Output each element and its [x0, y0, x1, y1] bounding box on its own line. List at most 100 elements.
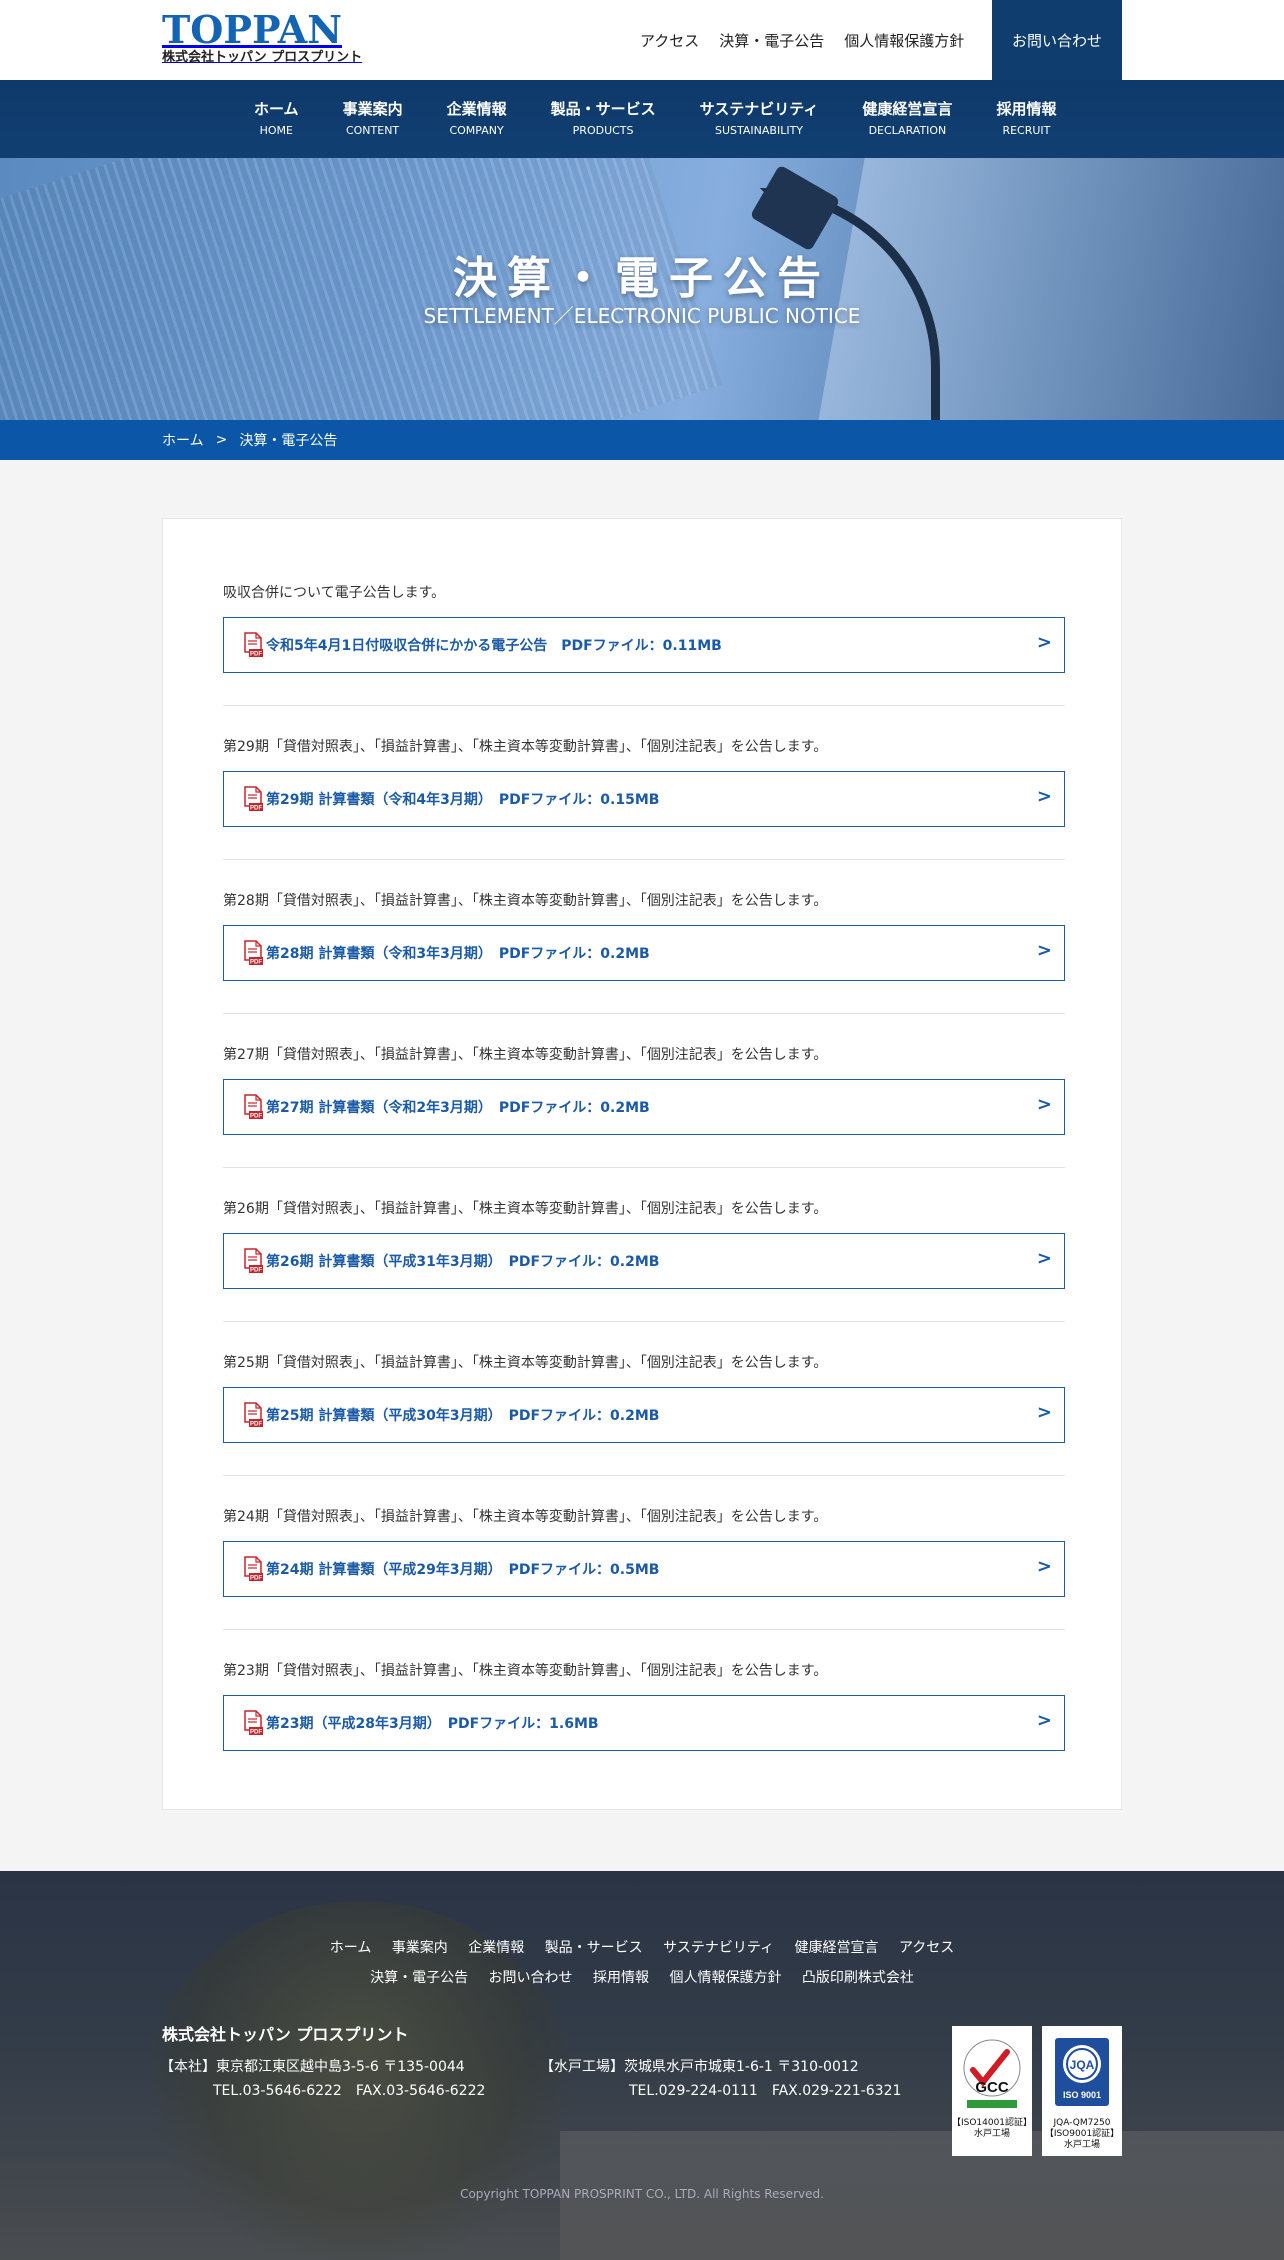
gcc-certification-icon: GCC — [963, 2039, 1021, 2108]
footer-link-company[interactable]: 企業情報 — [468, 1940, 524, 1956]
pdf-icon-label: PDF — [250, 1268, 262, 1274]
chevron-right-icon: > — [1036, 1248, 1052, 1269]
nav-item-products[interactable]: 製品・サービス PRODUCTS — [529, 80, 678, 158]
pdf-file-icon: PDF — [244, 1710, 263, 1736]
nav-item-sublabel: CONTENT — [345, 124, 400, 137]
footer-plant-line-1: 【水戸工場】茨城県水戸市城東1-6-1 〒310-0012 — [540, 2059, 859, 2075]
footer-link-privacy[interactable]: 個人情報保護方針 — [669, 1970, 781, 1986]
chevron-right-icon: > — [1036, 632, 1052, 653]
page-subtitle: SETTLEMENT／ELECTRONIC PUBLIC NOTICE — [423, 304, 861, 328]
footer-link-settlement[interactable]: 決算・電子公告 — [370, 1970, 468, 1986]
notice-description: 第24期「貸借対照表」、「損益計算書」、「株主資本等変動計算書」、「個別注記表」… — [223, 1509, 828, 1525]
global-nav: ホーム HOME 事業案内 CONTENT 企業情報 COMPANY 製品・サー… — [0, 80, 1284, 158]
pdf-download-link[interactable]: PDF 第28期 計算書類（令和3年3月期） PDFファイル：0.2MB > — [223, 925, 1065, 981]
iso9001-mark-text: ISO 9001 — [1063, 2090, 1101, 2100]
nav-item-home[interactable]: ホーム HOME — [232, 80, 321, 158]
notice-section: 第28期「貸借対照表」、「損益計算書」、「株主資本等変動計算書」、「個別注記表」… — [223, 891, 1065, 1014]
iso14001-label-1: 【ISO14001認証】 — [951, 2118, 1033, 2128]
section-divider — [223, 1321, 1065, 1322]
footer-link-recruit[interactable]: 採用情報 — [593, 1970, 649, 1986]
pdf-download-link[interactable]: PDF 第24期 計算書類（平成29年3月期） PDFファイル：0.5MB > — [223, 1541, 1065, 1597]
nav-item-sublabel: SUSTAINABILITY — [715, 124, 804, 137]
notice-description: 第28期「貸借対照表」、「損益計算書」、「株主資本等変動計算書」、「個別注記表」… — [223, 893, 828, 909]
section-divider — [223, 1629, 1065, 1630]
notice-description: 吸収合併について電子公告します。 — [223, 585, 446, 601]
section-divider — [223, 705, 1065, 706]
pdf-link-label: 第23期（平成28年3月期） PDFファイル：1.6MB — [266, 1716, 599, 1732]
notice-description: 第25期「貸借対照表」、「損益計算書」、「株主資本等変動計算書」、「個別注記表」… — [223, 1355, 828, 1371]
footer-link-access[interactable]: アクセス — [899, 1940, 954, 1956]
pdf-file-icon: PDF — [244, 786, 263, 812]
jqa-certification-icon: JQA ISO 9001 — [1055, 2038, 1109, 2106]
pdf-download-link[interactable]: PDF 第25期 計算書類（平成30年3月期） PDFファイル：0.2MB > — [223, 1387, 1065, 1443]
footer-link-declaration[interactable]: 健康経営宣言 — [794, 1940, 878, 1956]
pdf-link-label: 第26期 計算書類（平成31年3月期） PDFファイル：0.2MB — [266, 1254, 660, 1270]
utility-link-access[interactable]: アクセス — [640, 30, 699, 51]
breadcrumb: ホーム > 決算・電子公告 — [0, 420, 1284, 460]
nav-item-recruit[interactable]: 採用情報 RECRUIT — [974, 80, 1078, 158]
footer-nav-row-1: ホーム 事業案内 企業情報 製品・サービス サステナビリティ 健康経営宣言 アク… — [0, 1937, 1284, 1957]
notice-section: 第26期「貸借対照表」、「損益計算書」、「株主資本等変動計算書」、「個別注記表」… — [223, 1199, 1065, 1322]
chevron-right-icon: > — [1036, 1710, 1052, 1731]
breadcrumb-separator: > — [215, 432, 228, 448]
nav-item-label: 企業情報 — [446, 100, 507, 118]
chevron-right-icon: > — [1036, 786, 1052, 807]
utility-link-settlement[interactable]: 決算・電子公告 — [719, 30, 824, 51]
pdf-download-link[interactable]: PDF 第26期 計算書類（平成31年3月期） PDFファイル：0.2MB > — [223, 1233, 1065, 1289]
footer-hq-line-1: 【本社】東京都江東区越中島3-5-6 〒135-0044 — [160, 2059, 465, 2075]
notice-section: 吸収合併について電子公告します。 PDF 令和5年4月1日付吸収合併にかかる電子公告… — [223, 583, 1065, 706]
pdf-download-link[interactable]: PDF 第23期（平成28年3月期） PDFファイル：1.6MB > — [223, 1695, 1065, 1751]
pdf-download-link[interactable]: PDF 第29期 計算書類（令和4年3月期） PDFファイル：0.15MB > — [223, 771, 1065, 827]
footer-hq-line-2: TEL.03-5646-6222 FAX.03-5646-6222 — [213, 2083, 486, 2099]
pdf-file-icon: PDF — [244, 1248, 263, 1274]
notice-description: 第23期「貸借対照表」、「損益計算書」、「株主資本等変動計算書」、「個別注記表」… — [223, 1663, 828, 1679]
footer-link-products[interactable]: 製品・サービス — [545, 1940, 643, 1956]
notice-section: 第24期「貸借対照表」、「損益計算書」、「株主資本等変動計算書」、「個別注記表」… — [223, 1507, 1065, 1630]
pdf-file-icon: PDF — [244, 1556, 263, 1582]
pdf-icon-label: PDF — [250, 1114, 262, 1120]
utility-link-privacy[interactable]: 個人情報保護方針 — [844, 30, 964, 51]
nav-item-label: ホーム — [254, 100, 299, 118]
contact-button[interactable]: お問い合わせ — [992, 0, 1122, 80]
logo-wordmark: TOPPAN — [162, 7, 342, 52]
pdf-download-link[interactable]: PDF 令和5年4月1日付吸収合併にかかる電子公告 PDFファイル：0.11MB > — [223, 617, 1065, 673]
section-divider — [223, 1167, 1065, 1168]
nav-item-declaration[interactable]: 健康経営宣言 DECLARATION — [840, 80, 974, 158]
iso14001-label-2: 水戸工場 — [973, 2129, 1010, 2139]
iso9001-label-1: JQA-QM7250 — [1053, 2118, 1111, 2128]
footer-hq-address: 【本社】東京都江東区越中島3-5-6 〒135-0044 TEL.03-5646… — [160, 2055, 485, 2103]
nav-item-sustainability[interactable]: サステナビリティ SUSTAINABILITY — [678, 80, 841, 158]
logo[interactable]: TOPPAN 株式会社トッパン プロスプリント — [162, 10, 372, 66]
notice-section: 第23期「貸借対照表」、「損益計算書」、「株主資本等変動計算書」、「個別注記表」… — [223, 1661, 1065, 1751]
pdf-file-icon: PDF — [244, 1402, 263, 1428]
notice-section: 第29期「貸借対照表」、「損益計算書」、「株主資本等変動計算書」、「個別注記表」… — [223, 737, 1065, 860]
nav-item-company[interactable]: 企業情報 COMPANY — [425, 80, 529, 158]
notice-section: 第25期「貸借対照表」、「損益計算書」、「株主資本等変動計算書」、「個別注記表」… — [223, 1353, 1065, 1476]
copyright: Copyright TOPPAN PROSPRINT CO., LTD. All… — [460, 2187, 824, 2201]
section-divider — [223, 1475, 1065, 1476]
iso9001-label-2: 【ISO9001認証】 — [1044, 2129, 1120, 2139]
pdf-link-label: 第29期 計算書類（令和4年3月期） PDFファイル：0.15MB — [266, 792, 660, 808]
nav-item-sublabel: RECRUIT — [1002, 124, 1051, 137]
footer-link-sustainability[interactable]: サステナビリティ — [663, 1940, 774, 1956]
utility-links: アクセス 決算・電子公告 個人情報保護方針 — [640, 0, 984, 80]
nav-item-content[interactable]: 事業案内 CONTENT — [321, 80, 425, 158]
pdf-icon-label: PDF — [250, 1730, 262, 1736]
nav-item-sublabel: HOME — [259, 124, 293, 137]
nav-item-sublabel: COMPANY — [449, 124, 504, 137]
pdf-download-link[interactable]: PDF 第27期 計算書類（令和2年3月期） PDFファイル：0.2MB > — [223, 1079, 1065, 1135]
pdf-link-label: 第25期 計算書類（平成30年3月期） PDFファイル：0.2MB — [266, 1408, 660, 1424]
chevron-right-icon: > — [1036, 1556, 1052, 1577]
pdf-icon-label: PDF — [250, 806, 262, 812]
breadcrumb-current: 決算・電子公告 — [239, 433, 338, 449]
pdf-link-label: 第28期 計算書類（令和3年3月期） PDFファイル：0.2MB — [266, 946, 650, 962]
chevron-right-icon: > — [1036, 1094, 1052, 1115]
nav-item-label: 健康経営宣言 — [862, 100, 953, 118]
footer-link-home[interactable]: ホーム — [330, 1940, 372, 1956]
footer-link-toppan[interactable]: 凸版印刷株式会社 — [802, 1970, 914, 1986]
footer-plant-line-2: TEL.029-224-0111 FAX.029-221-6321 — [629, 2083, 902, 2099]
footer-link-contact[interactable]: お問い合わせ — [489, 1970, 573, 1986]
breadcrumb-home[interactable]: ホーム — [162, 430, 204, 450]
footer-link-content[interactable]: 事業案内 — [392, 1940, 448, 1956]
logo-company-name: 株式会社トッパン プロスプリント — [162, 50, 363, 65]
